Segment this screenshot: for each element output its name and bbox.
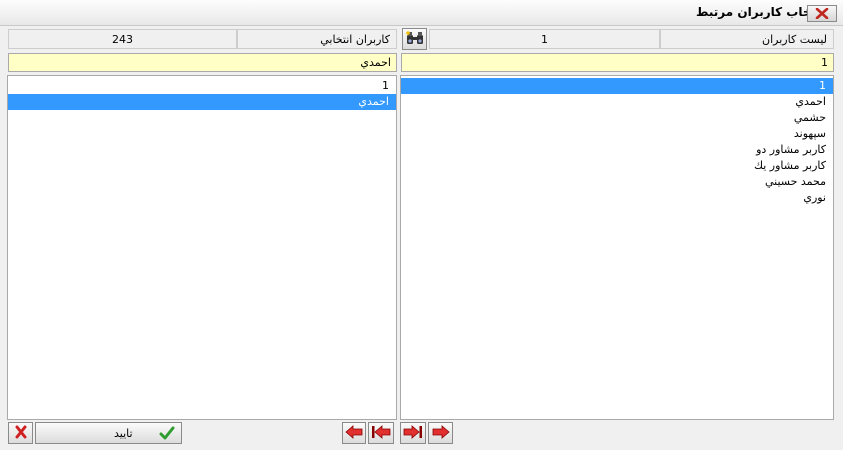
left-header-count-cell: 243 (8, 29, 237, 49)
close-icon (815, 8, 829, 19)
arrow-left-bar-icon (371, 424, 391, 442)
list-item[interactable]: نوري (401, 190, 833, 206)
right-header-label: ليست کاربران (762, 32, 827, 46)
search-button[interactable] (402, 28, 427, 50)
left-search-field[interactable]: احمدي (8, 53, 397, 72)
remove-one-button[interactable] (342, 422, 366, 444)
left-header-label: کاربران انتخابي (320, 32, 390, 46)
right-search-field[interactable]: 1 (401, 53, 834, 72)
red-x-icon (14, 425, 28, 442)
list-item[interactable]: 1 (8, 78, 396, 94)
add-all-button[interactable] (400, 422, 426, 444)
left-header-label-cell: کاربران انتخابي (237, 29, 397, 49)
right-header-count-cell: 1 (429, 29, 660, 49)
list-item[interactable]: کاربر مشاور يك (401, 158, 833, 174)
list-item[interactable]: کاربر مشاور دو (401, 142, 833, 158)
selected-users-list[interactable]: 1 احمدي (7, 75, 397, 420)
list-item[interactable]: احمدي (401, 94, 833, 110)
right-header-count: 1 (541, 32, 548, 46)
window-title: انتخاب کاربران مرتبط (696, 5, 825, 19)
list-item[interactable]: 1 (401, 78, 833, 94)
cancel-button[interactable] (8, 422, 33, 444)
arrow-left-icon (345, 424, 363, 442)
list-item[interactable]: احمدي (8, 94, 396, 110)
list-item[interactable]: حشمي (401, 110, 833, 126)
binoculars-icon (405, 30, 424, 48)
right-header-label-cell: ليست کاربران (660, 29, 834, 49)
list-item[interactable]: سپهوند (401, 126, 833, 142)
list-item[interactable]: محمد حسيني (401, 174, 833, 190)
confirm-label: تاييد (114, 427, 133, 440)
add-one-button[interactable] (428, 422, 453, 444)
remove-all-button[interactable] (368, 422, 394, 444)
arrow-right-bar-icon (403, 424, 423, 442)
title-bar: انتخاب کاربران مرتبط (0, 0, 843, 26)
all-users-list[interactable]: 1 احمدي حشمي سپهوند کاربر مشاور دو کاربر مشاو… (400, 75, 834, 420)
close-button[interactable] (807, 5, 837, 22)
arrow-right-icon (432, 424, 450, 442)
green-check-icon (159, 426, 175, 444)
confirm-button[interactable]: تاييد (35, 422, 182, 444)
left-header-count: 243 (112, 32, 133, 46)
